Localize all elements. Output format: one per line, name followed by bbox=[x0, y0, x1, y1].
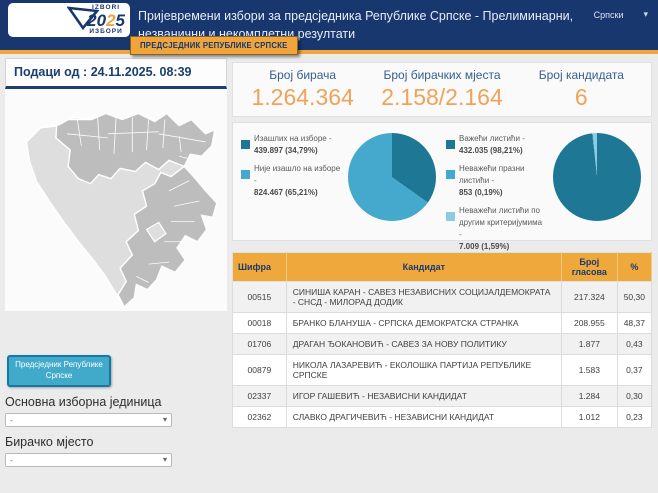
candidate-code: 01706 bbox=[233, 334, 287, 355]
legend-item: Изашлих на изборе -439.897 (34,79%) bbox=[241, 133, 341, 157]
table-row: 00018БРАНКО БЛАНУША - СРПСКА ДЕМОКРАТСКА… bbox=[233, 313, 652, 334]
candidate-code: 02362 bbox=[233, 407, 287, 428]
language-selector[interactable]: Српски ▾ bbox=[594, 9, 648, 20]
legend-label: Неважећи листићи по другим критеријумима… bbox=[459, 205, 546, 253]
stat-polling-stations-label: Број бирачких мјеста bbox=[372, 68, 511, 82]
tab-president-rs[interactable]: ПРЕДСЈЕДНИК РЕПУБЛИКЕ СРПСКЕ bbox=[130, 36, 298, 55]
results-table: Шифра Кандидат Број гласова % 00515СИНИШ… bbox=[232, 252, 652, 428]
candidate-votes: 208.955 bbox=[561, 313, 617, 334]
legend-item: Неважећи празни листићи -853 (0,19%) bbox=[446, 163, 546, 199]
candidate-votes: 1.284 bbox=[561, 386, 617, 407]
polling-station-select[interactable]: - ▾ bbox=[5, 453, 172, 467]
candidate-percent: 0,43 bbox=[617, 334, 651, 355]
legend-label: Важећи листићи -432.035 (98,21%) bbox=[459, 133, 525, 157]
constituency-select-value: - bbox=[10, 415, 13, 425]
candidate-percent: 0,30 bbox=[617, 386, 651, 407]
chevron-down-icon: ▾ bbox=[163, 455, 167, 464]
stat-voters-label: Број бирача bbox=[233, 68, 372, 82]
candidate-percent: 0,23 bbox=[617, 407, 651, 428]
map-container[interactable]: + - bbox=[5, 89, 227, 311]
candidate-percent: 48,37 bbox=[617, 313, 651, 334]
table-row: 02337ИГОР ГАШЕВИЋ - НЕЗАВИСНИ КАНДИДАТ1.… bbox=[233, 386, 652, 407]
stat-voters: Број бирача 1.264.364 bbox=[233, 68, 372, 111]
candidate-percent: 50,30 bbox=[617, 282, 651, 313]
accent-divider bbox=[0, 50, 658, 54]
ballots-pie-chart bbox=[553, 133, 641, 221]
chevron-down-icon: ▾ bbox=[163, 415, 167, 424]
legend-label: Изашлих на изборе -439.897 (34,79%) bbox=[254, 133, 332, 157]
column-header-candidate: Кандидат bbox=[286, 253, 561, 282]
legend-swatch-icon bbox=[446, 140, 455, 149]
bosnia-map[interactable] bbox=[5, 89, 227, 311]
stat-polling-stations-value: 2.158/2.164 bbox=[372, 84, 511, 111]
candidate-code: 00879 bbox=[233, 355, 287, 386]
results-table-body: 00515СИНИША КАРАН - САВЕЗ НЕЗАВИСНИХ СОЦ… bbox=[233, 282, 652, 428]
app-logo: IZBORI 2025 ИЗБОРИ bbox=[8, 3, 130, 37]
sidebar: Подаци од : 24.11.2025. 08:39 bbox=[5, 58, 227, 467]
column-header-code: Шифра bbox=[233, 253, 287, 282]
candidate-votes: 1.877 bbox=[561, 334, 617, 355]
charts-panel: Изашлих на изборе -439.897 (34,79%) Није … bbox=[232, 122, 652, 241]
candidate-code: 00018 bbox=[233, 313, 287, 334]
candidate-name: ДРАГАН ЂОКАНОВИЋ - САВЕЗ ЗА НОВУ ПОЛИТИК… bbox=[286, 334, 561, 355]
table-row: 00515СИНИША КАРАН - САВЕЗ НЕЗАВИСНИХ СОЦ… bbox=[233, 282, 652, 313]
main-content: Број бирача 1.264.364 Број бирачких мјес… bbox=[232, 62, 652, 428]
language-value: Српски bbox=[594, 10, 624, 20]
column-header-votes: Број гласова bbox=[561, 253, 617, 282]
constituency-select[interactable]: - ▾ bbox=[5, 413, 172, 427]
candidate-name: СЛАВКО ДРАГИЧЕВИЋ - НЕЗАВИСНИ КАНДИДАТ bbox=[286, 407, 561, 428]
stat-candidates: Број кандидата 6 bbox=[512, 68, 651, 111]
legend-item: Важећи листићи -432.035 (98,21%) bbox=[446, 133, 546, 157]
candidate-name: ИГОР ГАШЕВИЋ - НЕЗАВИСНИ КАНДИДАТ bbox=[286, 386, 561, 407]
legend-label: Неважећи празни листићи -853 (0,19%) bbox=[459, 163, 546, 199]
ballots-chart-block: Важећи листићи -432.035 (98,21%) Неважећи… bbox=[442, 130, 647, 236]
table-row: 01706ДРАГАН ЂОКАНОВИЋ - САВЕЗ ЗА НОВУ ПО… bbox=[233, 334, 652, 355]
candidate-name: СИНИША КАРАН - САВЕЗ НЕЗАВИСНИХ СОЦИЈАЛД… bbox=[286, 282, 561, 313]
chevron-down-icon: ▾ bbox=[643, 9, 648, 20]
logo-year: 2025 bbox=[87, 12, 125, 29]
legend-swatch-icon bbox=[446, 170, 455, 179]
polling-station-label: Бирачко мјесто bbox=[5, 435, 227, 449]
turnout-chart-block: Изашлих на изборе -439.897 (34,79%) Није … bbox=[237, 130, 442, 236]
ballots-chart-legend: Важећи листићи -432.035 (98,21%) Неважећи… bbox=[442, 130, 546, 236]
column-header-percent: % bbox=[617, 253, 651, 282]
stat-polling-stations: Број бирачких мјеста 2.158/2.164 bbox=[372, 68, 511, 111]
turnout-pie-chart bbox=[348, 133, 436, 221]
candidate-name: БРАНКО БЛАНУША - СРПСКА ДЕМОКРАТСКА СТРА… bbox=[286, 313, 561, 334]
data-timestamp: Подаци од : 24.11.2025. 08:39 bbox=[5, 58, 227, 89]
stat-voters-value: 1.264.364 bbox=[233, 84, 372, 111]
constituency-label: Основна изборна јединица bbox=[5, 395, 227, 409]
candidate-percent: 0,37 bbox=[617, 355, 651, 386]
logo-bottom-text: ИЗБОРИ bbox=[89, 29, 122, 36]
stat-candidates-value: 6 bbox=[512, 84, 651, 111]
polling-station-select-value: - bbox=[10, 455, 13, 465]
legend-swatch-icon bbox=[241, 170, 250, 179]
stat-candidates-label: Број кандидата bbox=[512, 68, 651, 82]
legend-item: Није изашло на изборе -824.467 (65,21%) bbox=[241, 163, 341, 199]
legend-swatch-icon bbox=[241, 140, 250, 149]
candidate-votes: 1.012 bbox=[561, 407, 617, 428]
legend-label: Није изашло на изборе -824.467 (65,21%) bbox=[254, 163, 341, 199]
candidate-votes: 1.583 bbox=[561, 355, 617, 386]
table-row: 02362СЛАВКО ДРАГИЧЕВИЋ - НЕЗАВИСНИ КАНДИ… bbox=[233, 407, 652, 428]
race-selector-button[interactable]: Предсједник Републике Српске bbox=[7, 355, 111, 387]
table-row: 00879НИКОЛА ЛАЗАРЕВИЋ - ЕКОЛОШКА ПАРТИЈА… bbox=[233, 355, 652, 386]
header-bar: IZBORI 2025 ИЗБОРИ Пријевремени избори з… bbox=[0, 0, 658, 50]
legend-swatch-icon bbox=[446, 212, 455, 221]
legend-item: Неважећи листићи по другим критеријумима… bbox=[446, 205, 546, 253]
candidate-code: 02337 bbox=[233, 386, 287, 407]
candidate-name: НИКОЛА ЛАЗАРЕВИЋ - ЕКОЛОШКА ПАРТИЈА РЕПУ… bbox=[286, 355, 561, 386]
candidate-code: 00515 bbox=[233, 282, 287, 313]
summary-stats-panel: Број бирача 1.264.364 Број бирачких мјес… bbox=[232, 62, 652, 117]
candidate-votes: 217.324 bbox=[561, 282, 617, 313]
turnout-chart-legend: Изашлих на изборе -439.897 (34,79%) Није … bbox=[237, 130, 341, 236]
results-table-header-row: Шифра Кандидат Број гласова % bbox=[233, 253, 652, 282]
